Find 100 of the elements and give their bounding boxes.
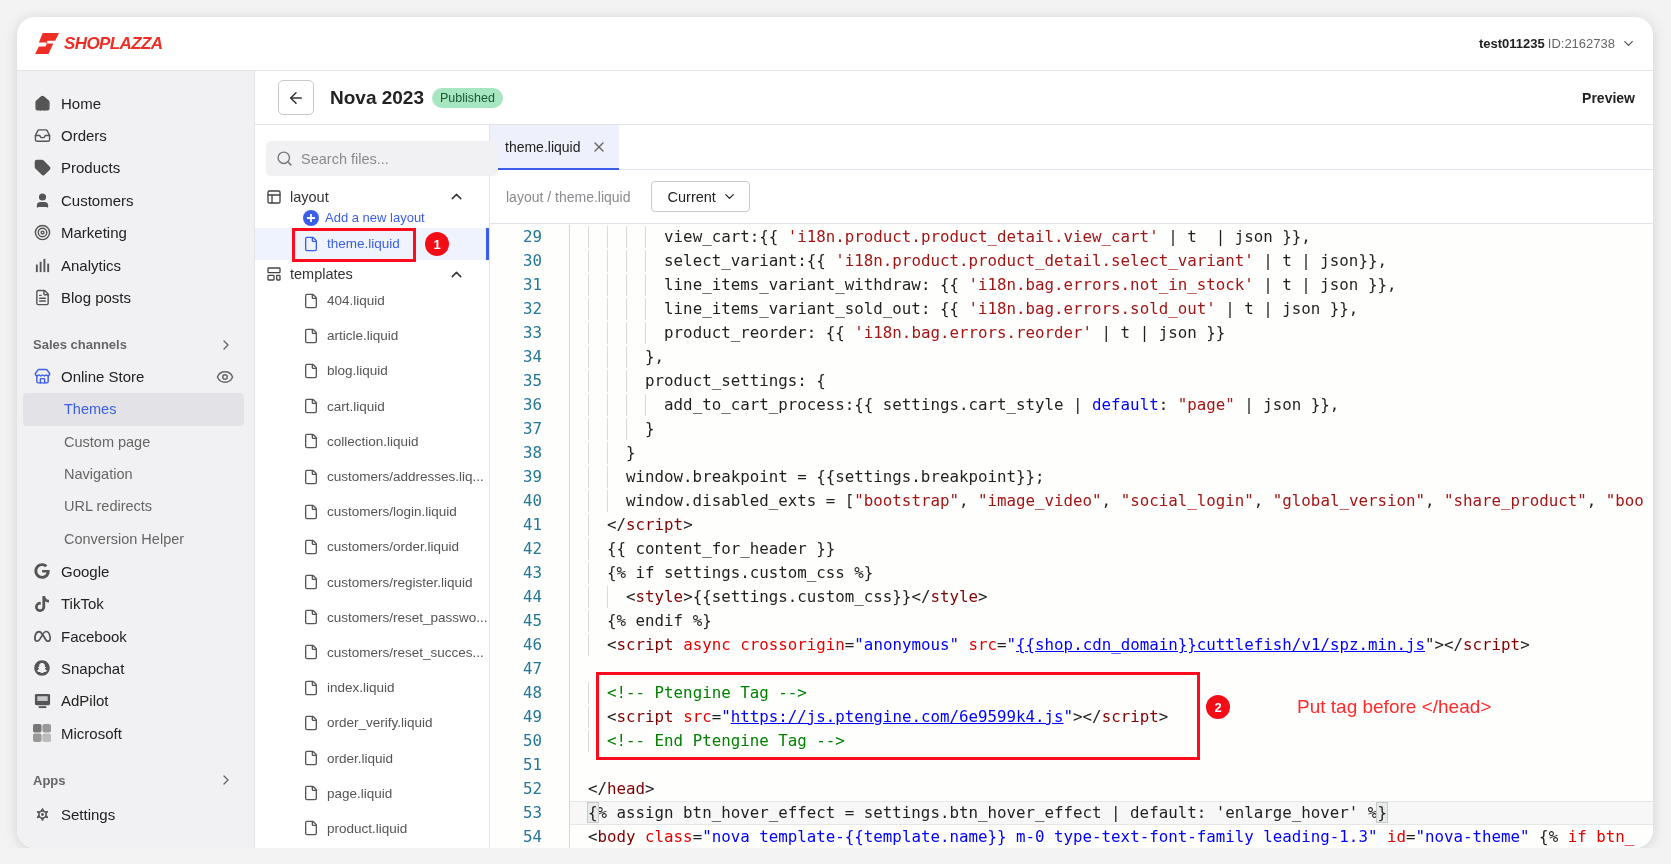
folder-row[interactable]: layout — [255, 186, 489, 208]
nav-item[interactable]: Products — [23, 151, 244, 185]
file-icon — [303, 820, 319, 837]
step-badge: 2 — [1206, 695, 1230, 719]
code-line: {{ content_for_header }} — [570, 537, 1653, 561]
nav-item[interactable]: Home — [23, 87, 244, 120]
line-number: 37 — [490, 417, 570, 441]
code-line: {% endif %} — [570, 609, 1653, 633]
code-line: } — [570, 441, 1653, 465]
nav-item[interactable]: Blog posts — [23, 281, 244, 314]
nav-item[interactable]: Settings — [23, 798, 244, 831]
line-number: 32 — [490, 297, 570, 321]
account-id: ID:2162738 — [1547, 36, 1615, 51]
file-item[interactable]: product.liquid — [255, 812, 489, 844]
line-number: 51 — [490, 753, 570, 777]
bar-chart-icon — [33, 256, 51, 274]
file-item[interactable]: article.liquid — [255, 320, 489, 352]
file-icon — [303, 398, 319, 415]
file-item[interactable]: 404.liquid — [255, 285, 489, 317]
google-icon — [34, 563, 50, 580]
add-layout-link[interactable]: Add a new layout — [255, 207, 489, 229]
file-tab[interactable]: theme.liquid — [490, 125, 619, 170]
nav-item[interactable]: Microsoft — [23, 717, 244, 750]
line-number: 29 — [490, 225, 570, 249]
code-line: product_reorder: {{ 'i18n.bag.errors.reorder' | t | json }} — [570, 321, 1653, 345]
nav-item[interactable]: Orders — [23, 119, 244, 152]
folder-row[interactable]: templates — [255, 263, 489, 285]
file-item[interactable]: customers/addresses.liq... — [255, 460, 489, 493]
code-line: </head> — [587, 778, 656, 800]
nav-item[interactable]: Marketing — [23, 216, 244, 249]
file-item[interactable]: customers/reset_passwo... — [255, 601, 489, 633]
file-item[interactable]: page.liquid — [255, 777, 489, 809]
file-item[interactable]: order_verify.liquid — [255, 707, 489, 739]
code-line: line_items_variant_sold_out: {{ 'i18n.bag.errors.sold_out' | t | json }}, — [570, 297, 1653, 321]
file-breadcrumb: layout / theme.liquid — [506, 188, 631, 205]
file-icon — [303, 235, 319, 252]
line-number: 30 — [490, 249, 570, 273]
file-icon — [303, 292, 319, 309]
layout-icon — [266, 188, 282, 205]
nav-subitem[interactable]: URL redirects — [23, 490, 244, 523]
line-number: 45 — [490, 609, 570, 633]
line-number: 36 — [490, 393, 570, 417]
target-icon — [33, 224, 51, 242]
section-heading: Apps — [33, 772, 66, 788]
nav-item[interactable]: Analytics — [23, 248, 244, 282]
nav-subitem[interactable]: Themes — [23, 393, 244, 426]
search-field[interactable]: Search files... — [266, 141, 498, 176]
nav-item[interactable]: Facebook — [23, 619, 244, 653]
file-icon — [303, 785, 319, 802]
nav-item[interactable]: Snapchat — [23, 652, 244, 685]
preview-link[interactable]: Preview — [1582, 89, 1635, 106]
file-item[interactable]: collection.liquid — [255, 425, 489, 457]
code-line: </script> — [570, 513, 1653, 537]
code-line: <body class="nova template-{{template.name}} m-0 type-text-font-family leading-1.3" id="nova-theme" {% if btn_ — [587, 826, 1636, 848]
back-button[interactable] — [278, 80, 314, 115]
version-dropdown[interactable]: Current — [650, 181, 750, 212]
code-line: <script async crossorigin="anonymous" src="{{shop.cdn_domain}}cuttlefish/v1/spz.min.js"></script> — [570, 633, 1653, 657]
nav-item[interactable]: AdPilot — [23, 684, 244, 718]
nav-item[interactable]: Online Store — [23, 360, 244, 394]
code-line: <!-- End Ptengine Tag --> — [570, 729, 1653, 753]
nav-item[interactable]: Google — [23, 555, 244, 588]
code-line: window.breakpoint = {{settings.breakpoint}}; — [570, 465, 1653, 489]
code-line: }, — [570, 345, 1653, 369]
line-number: 49 — [490, 705, 570, 729]
nav-subitem[interactable]: Custom page — [23, 425, 244, 458]
file-icon — [303, 644, 319, 661]
file-item[interactable]: customers/register.liquid — [255, 566, 489, 598]
code-editor[interactable] — [490, 224, 1653, 848]
template-icon — [266, 266, 282, 283]
code-line: line_items_variant_withdraw: {{ 'i18n.bag.errors.not_in_stock' | t | json }}, — [570, 273, 1653, 297]
code-line: select_variant:{{ 'i18n.product.product_detail.select_variant' | t | json}}, — [570, 249, 1653, 273]
nav-item[interactable]: TikTok — [23, 587, 244, 620]
plus-circle-icon — [303, 209, 319, 226]
folder-name: layout — [290, 188, 330, 205]
line-number: 48 — [490, 681, 570, 705]
code-line: {% if settings.custom_css %} — [570, 561, 1653, 585]
file-item[interactable]: customers/order.liquid — [255, 531, 489, 563]
file-item[interactable]: blog.liquid — [255, 355, 489, 387]
document-icon — [33, 289, 51, 307]
file-item[interactable]: index.liquid — [255, 672, 489, 704]
folder-name: templates — [290, 266, 354, 283]
file-icon — [303, 433, 319, 450]
line-number: 38 — [490, 441, 570, 465]
code-line: view_cart:{{ 'i18n.product.product_detail.view_cart' | t | json }}, — [570, 225, 1653, 249]
brand-logo-text: SHOPLAZZA — [64, 33, 163, 54]
file-item[interactable]: customers/reset_succes... — [255, 636, 489, 669]
line-number: 39 — [490, 465, 570, 489]
file-icon — [303, 468, 319, 485]
file-item[interactable]: cart.liquid — [255, 390, 489, 422]
nav-item[interactable]: Customers — [23, 184, 244, 217]
file-item[interactable]: customers/login.liquid — [255, 496, 489, 528]
file-item[interactable]: order.liquid — [255, 742, 489, 774]
account-name[interactable]: test011235 — [1479, 36, 1545, 51]
line-number: 35 — [490, 369, 570, 393]
nav-subitem[interactable]: Navigation — [23, 457, 244, 491]
tiktok-icon — [34, 595, 50, 612]
line-number: 47 — [490, 657, 570, 681]
nav-subitem[interactable]: Conversion Helper — [23, 522, 244, 556]
line-number: 54 — [490, 825, 570, 848]
line-number: 52 — [490, 777, 570, 801]
